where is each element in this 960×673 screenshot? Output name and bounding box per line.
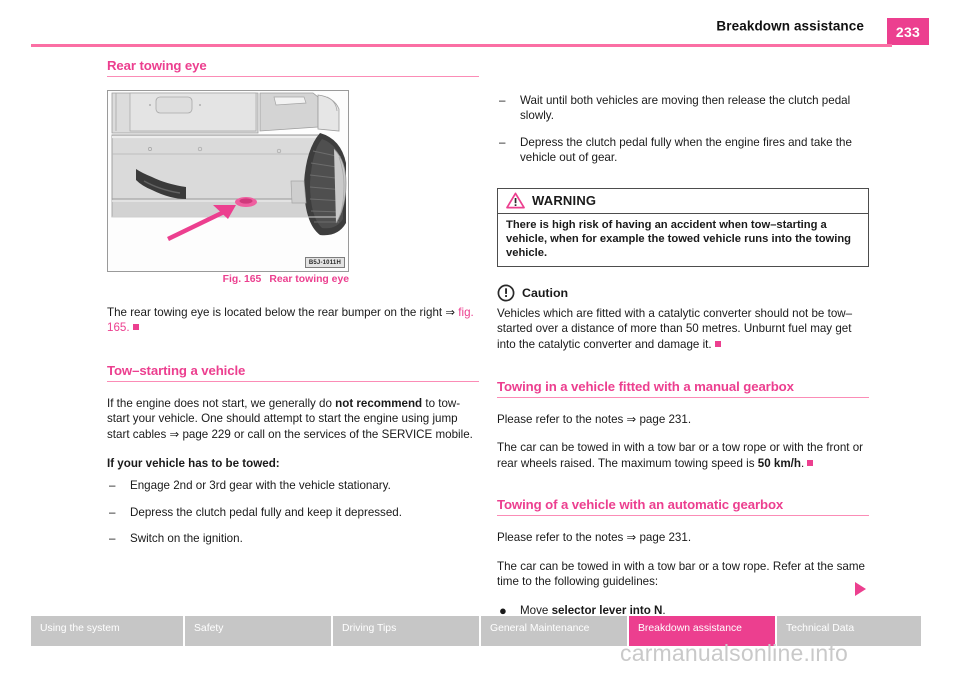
left-column: Rear towing eye B5J-1011H Fig. 165 Rear … [107,58,479,547]
page-content: Rear towing eye B5J-1011H Fig. 165 Rear … [0,58,960,618]
section-heading-manual-gearbox: Towing in a vehicle fitted with a manual… [497,379,869,399]
paragraph-towing-eye-location: The rear towing eye is located below the… [107,305,479,336]
caution-header: Caution [497,284,869,302]
warning-triangle-icon [506,192,525,209]
paragraph-part-c: . [800,456,805,470]
list-item: – Wait until both vehicles are moving th… [497,93,869,124]
paragraph-manual-refer: Please refer to the notes ⇒ page 231. [497,413,692,427]
paragraph-text: The rear towing eye is located below the… [107,306,446,319]
header-divider [31,44,892,47]
list-item: – Engage 2nd or 3rd gear with the vehicl… [107,478,479,493]
list-item-text: Switch on the ignition. [130,532,243,546]
paragraph-auto-guidelines: The car can be towed in with a tow bar o… [497,559,865,589]
arrow-glyph: ⇒ [445,306,459,319]
watermark: carmanualsonline.info [620,640,848,666]
end-of-section-square [807,459,814,466]
section-heading-rear-towing-eye: Rear towing eye [107,58,479,77]
figure-id-tag: B5J-1011H [304,257,345,268]
section-heading-automatic-gearbox: Towing of a vehicle with an automatic ge… [497,497,869,517]
list-item-text: Depress the clutch pedal fully and keep … [130,505,402,519]
footer-tab-safety[interactable]: Safety [185,616,333,646]
list-item-text: Wait until both vehicles are moving then… [520,94,851,123]
subheading-if-towed: If your vehicle has to be towed: [107,457,280,471]
paragraph-auto-refer: Please refer to the notes ⇒ page 231. [497,531,692,545]
end-of-section-square [132,324,139,331]
list-item-text: Engage 2nd or 3rd gear with the vehicle … [130,479,391,493]
paragraph-emphasis-not-recommend: not recommend [335,396,423,410]
figure-caption-text: Rear towing eye [269,274,349,285]
footer-tab-general-maintenance[interactable]: General Maintenance [481,616,629,646]
figure-caption-number: Fig. 165 [222,274,262,285]
paragraph-manual-towing-speed: The car can be towed in with a tow bar o… [497,440,869,471]
dash-marker: – [109,532,116,546]
list-item-text-bold: selector lever into N [551,603,663,617]
paragraph-part-a: If the engine does not start, we general… [107,396,336,410]
page-title: Breakdown assistance [716,18,864,34]
figure-caption: Fig. 165 Rear towing eye [107,274,349,285]
figure-frame: B5J-1011H [107,90,349,272]
list-item-text-post: . [662,603,666,617]
caution-body: Vehicles which are fitted with a catalyt… [497,306,869,352]
warning-title: WARNING [532,193,597,209]
figure-rear-towing-eye: B5J-1011H Fig. 165 Rear towing eye [107,90,479,285]
list-item: – Depress the clutch pedal fully when th… [497,135,869,166]
page-number-badge: 233 [887,18,929,45]
end-of-section-square [714,340,721,347]
caution-block: Caution Vehicles which are fitted with a… [497,284,869,352]
warning-header: WARNING [498,189,868,214]
rear-bumper-towing-eye-illustration [108,91,348,271]
caution-body-text: Vehicles which are fitted with a catalyt… [497,306,853,351]
caution-title: Caution [522,285,569,300]
page-number: 233 [895,23,921,40]
dash-marker: – [499,135,506,149]
section-heading-tow-starting: Tow–starting a vehicle [107,363,479,382]
footer-tab-using-the-system[interactable]: Using the system [31,616,185,646]
caution-circle-icon [497,284,515,302]
dash-marker: – [109,505,116,519]
list-item-text-pre: Move [520,603,552,617]
list-item: – Depress the clutch pedal fully and kee… [107,505,479,520]
right-column: – Wait until both vehicles are moving th… [497,58,869,618]
paragraph-tow-start-advice: If the engine does not start, we general… [107,396,479,442]
page-header: Breakdown assistance 233 [0,0,960,58]
warning-body: There is high risk of having an accident… [506,218,852,260]
dash-marker: – [109,479,116,493]
paragraph-emphasis-speed: 50 km/h [757,456,801,470]
dash-marker: – [499,94,506,107]
continuation-triangle-icon [855,582,866,596]
list-item: – Switch on the ignition. [107,531,479,546]
list-item-text: Depress the clutch pedal fully when the … [520,135,852,165]
warning-box: WARNING There is high risk of having an … [497,187,869,267]
footer-tab-driving-tips[interactable]: Driving Tips [333,616,481,646]
